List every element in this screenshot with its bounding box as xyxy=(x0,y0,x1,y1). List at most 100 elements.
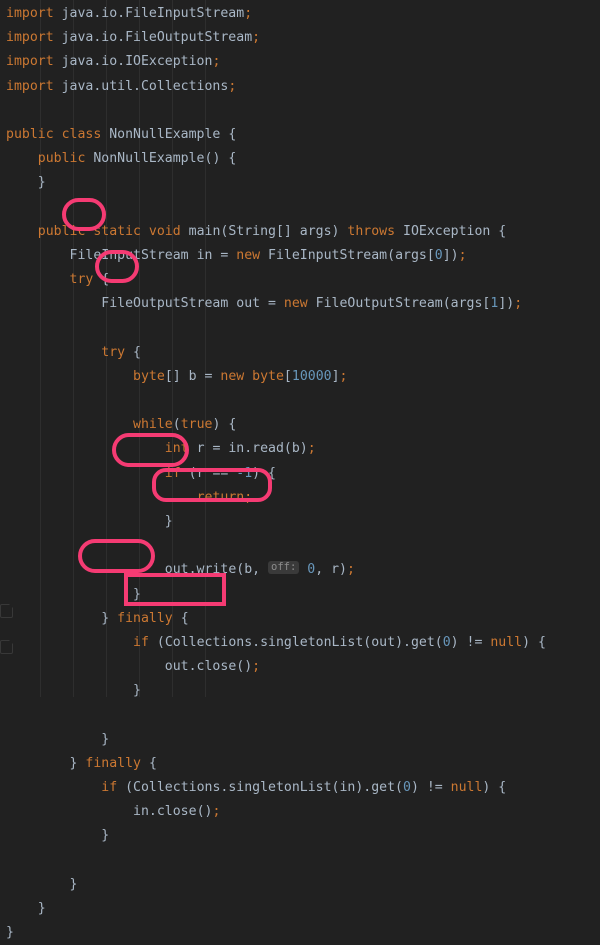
code-token: ; xyxy=(458,247,467,263)
code-token: import xyxy=(6,30,54,46)
code-token: (Collections.singletonList(in).get( xyxy=(117,780,403,795)
code-line[interactable] xyxy=(6,703,546,727)
code-line[interactable]: import java.io.IOException; xyxy=(6,50,546,74)
code-token: ; xyxy=(228,78,237,94)
code-line[interactable]: import java.io.FileOutputStream; xyxy=(6,26,546,50)
code-token: new byte xyxy=(220,368,284,384)
code-line[interactable]: try { xyxy=(6,341,546,365)
code-token: [] b = xyxy=(164,368,221,384)
code-line[interactable]: try { xyxy=(6,268,546,292)
code-token: ( xyxy=(172,417,181,433)
code-line[interactable]: import java.io.FileInputStream; xyxy=(6,2,546,26)
code-token: ; xyxy=(346,562,355,578)
code-line[interactable] xyxy=(6,316,546,340)
code-line[interactable]: byte[] b = new byte[10000]; xyxy=(6,365,546,389)
code-token: 10000 xyxy=(291,368,332,384)
code-token: ) { xyxy=(522,634,546,650)
code-line[interactable]: import java.util.Collections; xyxy=(6,75,546,99)
code-token: ; xyxy=(212,804,221,820)
code-token: ; xyxy=(252,30,261,46)
code-token: public xyxy=(37,151,86,167)
code-line[interactable]: } xyxy=(6,921,546,945)
code-line[interactable]: out.write(b, off: 0, r); xyxy=(6,558,546,582)
code-line[interactable]: } xyxy=(6,171,546,195)
code-line[interactable] xyxy=(6,196,546,220)
code-line[interactable]: } xyxy=(6,583,546,607)
code-line[interactable]: public NonNullExample() { xyxy=(6,147,546,171)
code-token: FileInputStream(args[ xyxy=(260,247,435,263)
code-line[interactable]: public static void main(String[] args) t… xyxy=(6,220,546,244)
code-token: ] xyxy=(331,368,340,384)
code-token: ) { xyxy=(212,417,237,433)
code-line[interactable]: } finally { xyxy=(6,752,546,776)
code-token: public class xyxy=(6,126,102,142)
code-token: true xyxy=(180,417,213,433)
code-token: new xyxy=(283,296,308,312)
code-token: byte xyxy=(133,368,165,384)
code-line[interactable]: while(true) { xyxy=(6,413,546,437)
code-token: 0 xyxy=(442,634,451,650)
code-token: } xyxy=(101,731,110,747)
code-line[interactable]: out.close(); xyxy=(6,655,546,679)
code-line[interactable]: } finally { xyxy=(6,607,546,631)
code-line[interactable]: } xyxy=(6,510,546,534)
code-line[interactable]: in.close(); xyxy=(6,800,546,824)
code-line[interactable]: if (Collections.singletonList(out).get(0… xyxy=(6,631,546,655)
code-token: import xyxy=(6,78,54,94)
code-token: ) { xyxy=(252,465,276,481)
code-line[interactable]: } xyxy=(6,824,546,848)
code-line[interactable]: } xyxy=(6,679,546,703)
code-line[interactable]: } xyxy=(6,728,546,752)
code-token: ) { xyxy=(482,780,507,795)
intention-bulb-icon[interactable] xyxy=(0,640,13,654)
code-line[interactable]: FileInputStream in = new FileInputStream… xyxy=(6,244,546,268)
code-text[interactable]: import java.io.FileInputStream; import ja… xyxy=(6,2,546,945)
code-editor[interactable]: import java.io.FileInputStream; import ja… xyxy=(0,0,600,940)
code-token: FileOutputStream out = xyxy=(101,296,284,312)
code-token: ) != xyxy=(450,634,491,650)
code-line[interactable]: int r = in.read(b); xyxy=(6,437,546,461)
code-token: java.io.IOException xyxy=(53,54,213,70)
code-token: } xyxy=(133,586,141,602)
code-token: finally xyxy=(85,755,141,771)
code-line[interactable]: FileOutputStream out = new FileOutputStr… xyxy=(6,292,546,316)
code-token: ; xyxy=(212,54,221,70)
code-token: null xyxy=(490,634,523,650)
code-token: } xyxy=(133,683,141,699)
code-line[interactable] xyxy=(6,534,546,558)
code-line[interactable]: return; xyxy=(6,486,546,510)
code-line[interactable] xyxy=(6,99,546,123)
code-token: { xyxy=(93,272,110,288)
code-token: in.close() xyxy=(133,804,213,820)
code-line[interactable] xyxy=(6,849,546,873)
code-line[interactable]: if (r == -1) { xyxy=(6,462,546,486)
code-token: { xyxy=(172,610,189,626)
code-token: try xyxy=(101,344,126,360)
code-line[interactable]: } xyxy=(6,897,546,921)
code-line[interactable]: } xyxy=(6,873,546,897)
intention-bulb-icon[interactable] xyxy=(0,604,13,618)
code-line[interactable] xyxy=(6,389,546,413)
code-token: if xyxy=(164,465,181,481)
code-token: if xyxy=(133,634,149,650)
code-token: try xyxy=(69,272,94,288)
code-token: NonNullExample() { xyxy=(85,151,237,167)
code-token: IOException { xyxy=(395,223,507,239)
code-line[interactable]: public class NonNullExample { xyxy=(6,123,546,147)
code-token: ; xyxy=(244,489,253,505)
code-token: } xyxy=(164,513,173,529)
code-line[interactable]: if (Collections.singletonList(in).get(0)… xyxy=(6,776,546,800)
parameter-hint-badge[interactable]: off: xyxy=(268,561,300,575)
